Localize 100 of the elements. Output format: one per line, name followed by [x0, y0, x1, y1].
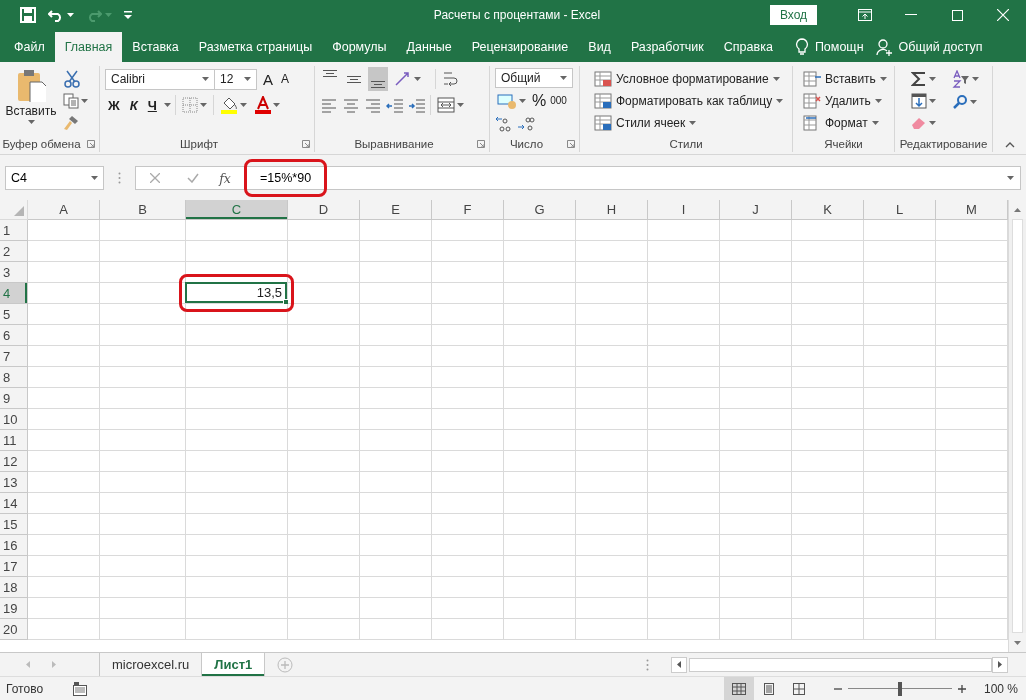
- spreadsheet-cell[interactable]: [288, 346, 360, 367]
- slider-thumb[interactable]: [897, 681, 902, 696]
- spreadsheet-cell[interactable]: [100, 388, 186, 409]
- spreadsheet-cell[interactable]: [186, 304, 288, 325]
- spreadsheet-cell[interactable]: [648, 283, 720, 304]
- spreadsheet-cell[interactable]: [864, 451, 936, 472]
- spreadsheet-cell[interactable]: [864, 577, 936, 598]
- spreadsheet-cell[interactable]: [288, 556, 360, 577]
- spreadsheet-cell[interactable]: [792, 493, 864, 514]
- spreadsheet-cell[interactable]: [432, 535, 504, 556]
- spreadsheet-cell[interactable]: [504, 493, 576, 514]
- spreadsheet-cell[interactable]: [576, 409, 648, 430]
- spreadsheet-cell[interactable]: [720, 346, 792, 367]
- row-header[interactable]: 14: [0, 493, 28, 514]
- align-right-icon[interactable]: [364, 96, 382, 114]
- spreadsheet-cell[interactable]: [288, 283, 360, 304]
- spreadsheet-cell[interactable]: [288, 619, 360, 640]
- spreadsheet-cell[interactable]: [576, 472, 648, 493]
- spreadsheet-cell[interactable]: [186, 493, 288, 514]
- spreadsheet-cell[interactable]: [28, 535, 100, 556]
- number-format-dropdown[interactable]: Общий: [495, 68, 573, 88]
- spreadsheet-cell[interactable]: [28, 577, 100, 598]
- spreadsheet-cell[interactable]: [576, 304, 648, 325]
- spreadsheet-cell[interactable]: [28, 388, 100, 409]
- fill-handle[interactable]: [283, 299, 289, 305]
- customize-icon[interactable]: [124, 11, 132, 19]
- spreadsheet-cell[interactable]: [720, 241, 792, 262]
- row-header[interactable]: 1: [0, 220, 28, 241]
- spreadsheet-cell[interactable]: [186, 598, 288, 619]
- spreadsheet-cell[interactable]: [792, 535, 864, 556]
- spreadsheet-cell[interactable]: [864, 409, 936, 430]
- spreadsheet-cell[interactable]: [432, 619, 504, 640]
- ribbon-tab[interactable]: Главная: [54, 32, 123, 62]
- spreadsheet-cell[interactable]: [720, 451, 792, 472]
- column-header[interactable]: B: [100, 200, 186, 220]
- zoom-level[interactable]: 100 %: [983, 681, 1018, 696]
- spreadsheet-cell[interactable]: [432, 598, 504, 619]
- spreadsheet-cell[interactable]: [720, 220, 792, 241]
- ribbon-tab[interactable]: Вставка: [122, 32, 189, 62]
- spreadsheet-cell[interactable]: [864, 262, 936, 283]
- spreadsheet-cell[interactable]: [186, 451, 288, 472]
- insert-function-button[interactable]: fx: [212, 170, 238, 186]
- spreadsheet-cell[interactable]: [28, 346, 100, 367]
- spreadsheet-cell[interactable]: [186, 346, 288, 367]
- spreadsheet-cell[interactable]: [288, 430, 360, 451]
- spreadsheet-cell[interactable]: [186, 388, 288, 409]
- spreadsheet-cell[interactable]: [100, 451, 186, 472]
- previous-sheet-icon[interactable]: [26, 661, 30, 668]
- spreadsheet-cell[interactable]: [864, 598, 936, 619]
- grow-font-button[interactable]: A: [261, 70, 275, 88]
- spreadsheet-cell[interactable]: [28, 619, 100, 640]
- thousands-separator-button[interactable]: 000: [550, 95, 567, 107]
- spreadsheet-cell[interactable]: [360, 304, 432, 325]
- spreadsheet-cell[interactable]: [288, 241, 360, 262]
- spreadsheet-cell[interactable]: [28, 367, 100, 388]
- spreadsheet-cell[interactable]: [100, 535, 186, 556]
- spreadsheet-cell[interactable]: [864, 325, 936, 346]
- spreadsheet-cell[interactable]: [432, 556, 504, 577]
- spreadsheet-cell[interactable]: [792, 619, 864, 640]
- shrink-font-button[interactable]: A: [279, 72, 292, 86]
- spreadsheet-cell[interactable]: [576, 514, 648, 535]
- font-color-icon[interactable]: [254, 96, 271, 114]
- row-header[interactable]: 15: [0, 514, 28, 535]
- spreadsheet-cell[interactable]: [288, 577, 360, 598]
- dialog-launcher-icon[interactable]: [477, 140, 485, 148]
- fill-down-icon[interactable]: [911, 93, 927, 109]
- spreadsheet-cell[interactable]: [432, 304, 504, 325]
- spreadsheet-cell[interactable]: [432, 493, 504, 514]
- font-size-dropdown[interactable]: 12: [214, 68, 257, 90]
- spreadsheet-cell[interactable]: [186, 325, 288, 346]
- spreadsheet-cell[interactable]: [720, 367, 792, 388]
- spreadsheet-cell[interactable]: [864, 346, 936, 367]
- macro-record-icon[interactable]: [73, 681, 88, 696]
- lightbulb-icon[interactable]: [794, 38, 809, 56]
- spreadsheet-cell[interactable]: [864, 367, 936, 388]
- row-header[interactable]: 8: [0, 367, 28, 388]
- spreadsheet-cell[interactable]: [864, 388, 936, 409]
- close-icon[interactable]: [997, 9, 1009, 21]
- spreadsheet-cell[interactable]: [360, 262, 432, 283]
- spreadsheet-cell[interactable]: [186, 577, 288, 598]
- maximize-icon[interactable]: [951, 9, 963, 21]
- dialog-launcher-icon[interactable]: [87, 140, 95, 148]
- cells-command[interactable]: Вставить: [803, 68, 887, 90]
- spreadsheet-cell[interactable]: [576, 535, 648, 556]
- spreadsheet-cell[interactable]: [100, 325, 186, 346]
- spreadsheet-cell[interactable]: [100, 472, 186, 493]
- spreadsheet-cell[interactable]: [186, 556, 288, 577]
- spreadsheet-cell[interactable]: [100, 241, 186, 262]
- undo-icon[interactable]: [48, 8, 64, 22]
- spreadsheet-cell[interactable]: [360, 283, 432, 304]
- spreadsheet-cell[interactable]: [504, 598, 576, 619]
- spreadsheet-cell[interactable]: [360, 514, 432, 535]
- spreadsheet-cell[interactable]: [288, 514, 360, 535]
- row-header[interactable]: 3: [0, 262, 28, 283]
- spreadsheet-cell[interactable]: [648, 514, 720, 535]
- collapse-ribbon-icon[interactable]: [1004, 142, 1015, 148]
- merge-cells-icon[interactable]: [437, 97, 455, 113]
- spreadsheet-cell[interactable]: [792, 598, 864, 619]
- spreadsheet-cell[interactable]: [504, 577, 576, 598]
- spreadsheet-cell[interactable]: [576, 283, 648, 304]
